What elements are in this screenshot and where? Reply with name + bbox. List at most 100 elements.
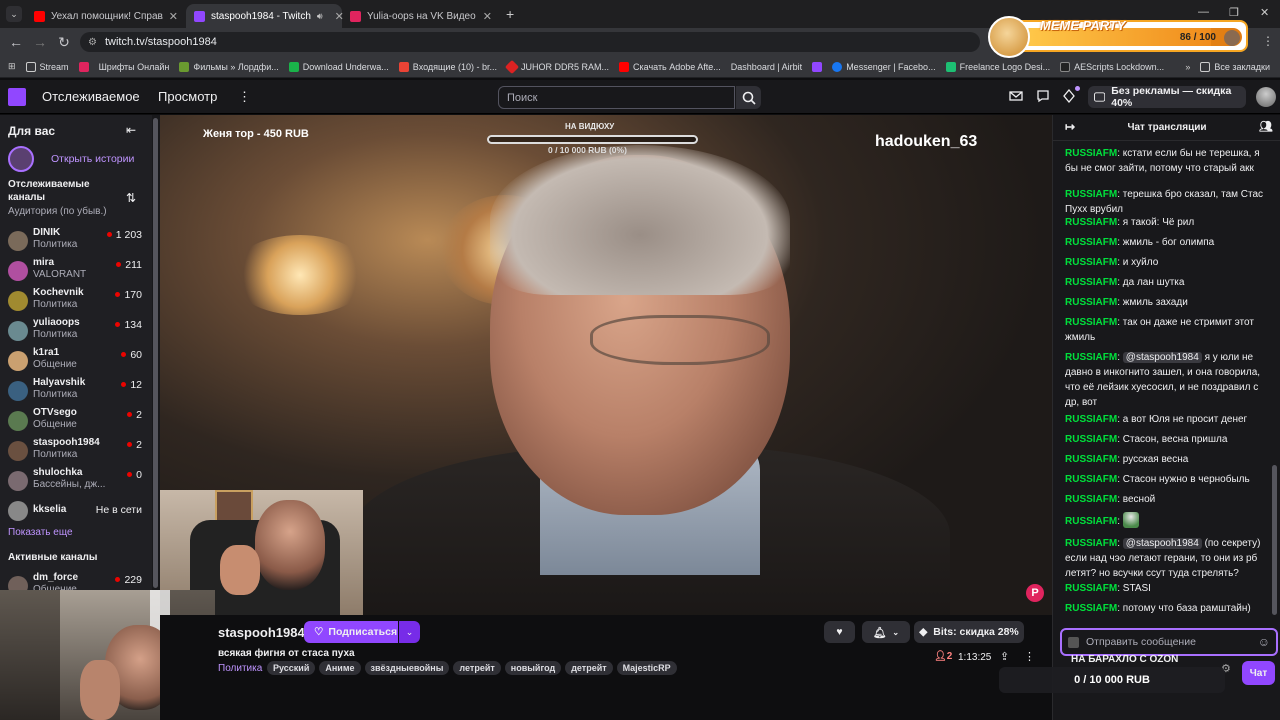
bits-discount-button[interactable]: ◆ Bits: скидка 28% xyxy=(914,621,1024,643)
bits-icon[interactable] xyxy=(1068,637,1079,648)
chat-username[interactable]: RUSSIAFM xyxy=(1065,297,1117,308)
close-icon[interactable]: ✕ xyxy=(483,10,492,23)
more-dots-icon[interactable]: ⋮ xyxy=(238,89,251,105)
sidebar-channel[interactable]: staspooh1984 Политика 2 xyxy=(0,435,152,465)
community-icon[interactable]: 👥︎ xyxy=(1259,120,1273,133)
chat-input[interactable]: Отправить сообщение ☺ xyxy=(1060,628,1278,656)
bookmark[interactable] xyxy=(78,61,89,72)
bookmark[interactable]: Messenger | Facebo... xyxy=(832,61,936,72)
bookmark[interactable]: Скачать Adobe Afte... xyxy=(619,61,721,72)
browser-tab[interactable]: Yulia-oops на VK Видео Live -... ✕ xyxy=(342,4,500,28)
stream-tag[interactable]: звёздныевойны xyxy=(364,661,450,675)
twitch-logo-icon[interactable] xyxy=(8,88,26,106)
emote-smile-icon[interactable]: ☺ xyxy=(1258,635,1270,649)
stream-tag[interactable]: детрейт xyxy=(565,661,613,675)
stream-tag[interactable]: новыйгод xyxy=(504,661,562,675)
chat-mention[interactable]: @staspooh1984 xyxy=(1122,538,1202,549)
chat-username[interactable]: RUSSIAFM xyxy=(1065,454,1117,465)
sidebar-channel[interactable]: k1ra1 Общение 60 xyxy=(0,345,152,375)
chat-username[interactable]: RUSSIAFM xyxy=(1065,516,1117,527)
show-more-link[interactable]: Показать еще xyxy=(8,527,73,538)
chat-username[interactable]: RUSSIAFM xyxy=(1065,237,1117,248)
chat-username[interactable]: RUSSIAFM xyxy=(1065,538,1117,549)
sidebar-channel[interactable]: yuliaoops Политика 134 xyxy=(0,315,152,345)
chat-username[interactable]: RUSSIAFM xyxy=(1065,148,1117,159)
bookmark[interactable]: Входящие (10) - br... xyxy=(398,61,497,72)
sidebar-channel[interactable]: shulochka Бассейны, дж... 0 xyxy=(0,465,152,495)
chat-send-button[interactable]: Чат xyxy=(1242,661,1275,685)
search-icon[interactable] xyxy=(736,86,761,109)
user-avatar[interactable] xyxy=(1256,87,1276,107)
chat-mention[interactable]: @staspooh1984 xyxy=(1122,352,1202,363)
bookmark[interactable]: Freelance Logo Desi... xyxy=(945,61,1050,72)
collapse-sidebar-icon[interactable]: ⇤ xyxy=(126,123,136,137)
browser-tab-active[interactable]: staspooh1984 - Twitch 🔊︎ ✕ xyxy=(186,4,344,28)
chat-username[interactable]: RUSSIAFM xyxy=(1065,257,1117,268)
turbo-promo-button[interactable]: Без рекламы — скидка 40% xyxy=(1088,85,1246,109)
bookmark[interactable]: Stream xyxy=(25,61,69,72)
open-stories-link[interactable]: Открыть истории xyxy=(51,153,134,165)
category-link[interactable]: Политика xyxy=(218,663,262,674)
nav-browse[interactable]: Просмотр xyxy=(158,89,217,104)
chat-username[interactable]: RUSSIAFM xyxy=(1065,189,1117,200)
chat-username[interactable]: RUSSIAFM xyxy=(1065,277,1117,288)
speaker-icon[interactable]: 🔊︎ xyxy=(317,11,323,22)
more-dots-icon[interactable]: ⋮ xyxy=(1024,650,1035,663)
close-window-button[interactable]: ✕ xyxy=(1260,6,1269,19)
all-bookmarks[interactable]: Все закладки xyxy=(1200,61,1270,72)
stream-tag[interactable]: MajesticRP xyxy=(616,661,677,675)
chat-username[interactable]: RUSSIAFM xyxy=(1065,603,1117,614)
follow-button[interactable]: ♡ Подписаться xyxy=(304,621,398,643)
collapse-chat-icon[interactable]: ↦ xyxy=(1065,120,1075,134)
share-icon[interactable]: ⇪ xyxy=(1000,650,1009,663)
tab-list-button[interactable]: ⌄ xyxy=(6,6,22,22)
chat-username[interactable]: RUSSIAFM xyxy=(1065,583,1117,594)
bookmark[interactable]: Dashboard | Airbit xyxy=(731,62,802,72)
chat-username[interactable]: RUSSIAFM xyxy=(1065,414,1117,425)
bookmark[interactable]: JUHOR DDR5 RAM... xyxy=(504,59,609,74)
bookmark[interactable]: AEScripts Lockdown... xyxy=(1060,61,1164,72)
site-info-icon[interactable]: ⚙ xyxy=(88,37,97,48)
sidebar-channel[interactable]: mira VALORANT 211 xyxy=(0,255,152,285)
sidebar-channel[interactable]: kkselia Не в сети xyxy=(0,495,152,525)
inbox-icon[interactable] xyxy=(1009,89,1023,103)
sidebar-channel[interactable]: Kochevnik Политика 170 xyxy=(0,285,152,315)
bookmark[interactable]: Шрифты Онлайн xyxy=(99,62,170,72)
channel-name[interactable]: staspooh1984 xyxy=(218,625,305,640)
bookmark[interactable] xyxy=(812,61,823,72)
maximize-button[interactable]: ❐ xyxy=(1229,6,1239,19)
bookmark[interactable]: Download Underwa... xyxy=(288,61,389,72)
stream-tag[interactable]: Аниме xyxy=(319,661,361,675)
chevron-right-icon[interactable]: » xyxy=(1185,62,1190,72)
back-arrow-icon[interactable]: ← xyxy=(4,34,28,50)
stream-tag[interactable]: Русский xyxy=(267,661,316,675)
sort-icon[interactable]: ⇅ xyxy=(126,191,136,205)
sidebar-scrollbar-thumb[interactable] xyxy=(153,118,158,588)
chat-username[interactable]: RUSSIAFM xyxy=(1065,352,1117,363)
chat-scrollbar-thumb[interactable] xyxy=(1272,465,1277,615)
reload-icon[interactable]: ↻ xyxy=(52,34,76,51)
chat-username[interactable]: RUSSIAFM xyxy=(1065,317,1117,328)
stream-tag[interactable]: летрейт xyxy=(453,661,501,675)
close-icon[interactable]: ✕ xyxy=(169,10,178,23)
chat-username[interactable]: RUSSIAFM xyxy=(1065,494,1117,505)
chat-username[interactable]: RUSSIAFM xyxy=(1065,217,1117,228)
notifications-bell-button[interactable]: 🔔︎ ⌄ xyxy=(862,621,910,643)
nav-following[interactable]: Отслеживаемое xyxy=(42,89,140,104)
sidebar-channel[interactable]: OTVsego Общение 2 xyxy=(0,405,152,435)
like-heart-button[interactable]: ♥ xyxy=(824,621,855,643)
apps-grid-icon[interactable]: ⊞ xyxy=(8,61,16,72)
whispers-icon[interactable] xyxy=(1036,89,1050,103)
new-tab-button[interactable]: + xyxy=(506,6,514,22)
follow-dropdown[interactable]: ⌄ xyxy=(399,621,420,643)
crown-drops-icon[interactable] xyxy=(1062,89,1076,103)
sidebar-channel[interactable]: DINIK Политика 1 203 xyxy=(0,225,152,255)
browser-tab[interactable]: Уехал помощник! Справляем... ✕ xyxy=(26,4,186,28)
forward-arrow-icon[interactable]: → xyxy=(28,34,52,50)
sidebar-channel[interactable]: Halyavshik Политика 12 xyxy=(0,375,152,405)
url-field[interactable]: ⚙ twitch.tv/staspooh1984 xyxy=(80,32,980,52)
bookmark[interactable]: Фильмы » Лордфи... xyxy=(179,61,279,72)
stories-avatar[interactable] xyxy=(8,146,34,172)
minimize-button[interactable]: — xyxy=(1198,6,1209,18)
chat-username[interactable]: RUSSIAFM xyxy=(1065,474,1117,485)
